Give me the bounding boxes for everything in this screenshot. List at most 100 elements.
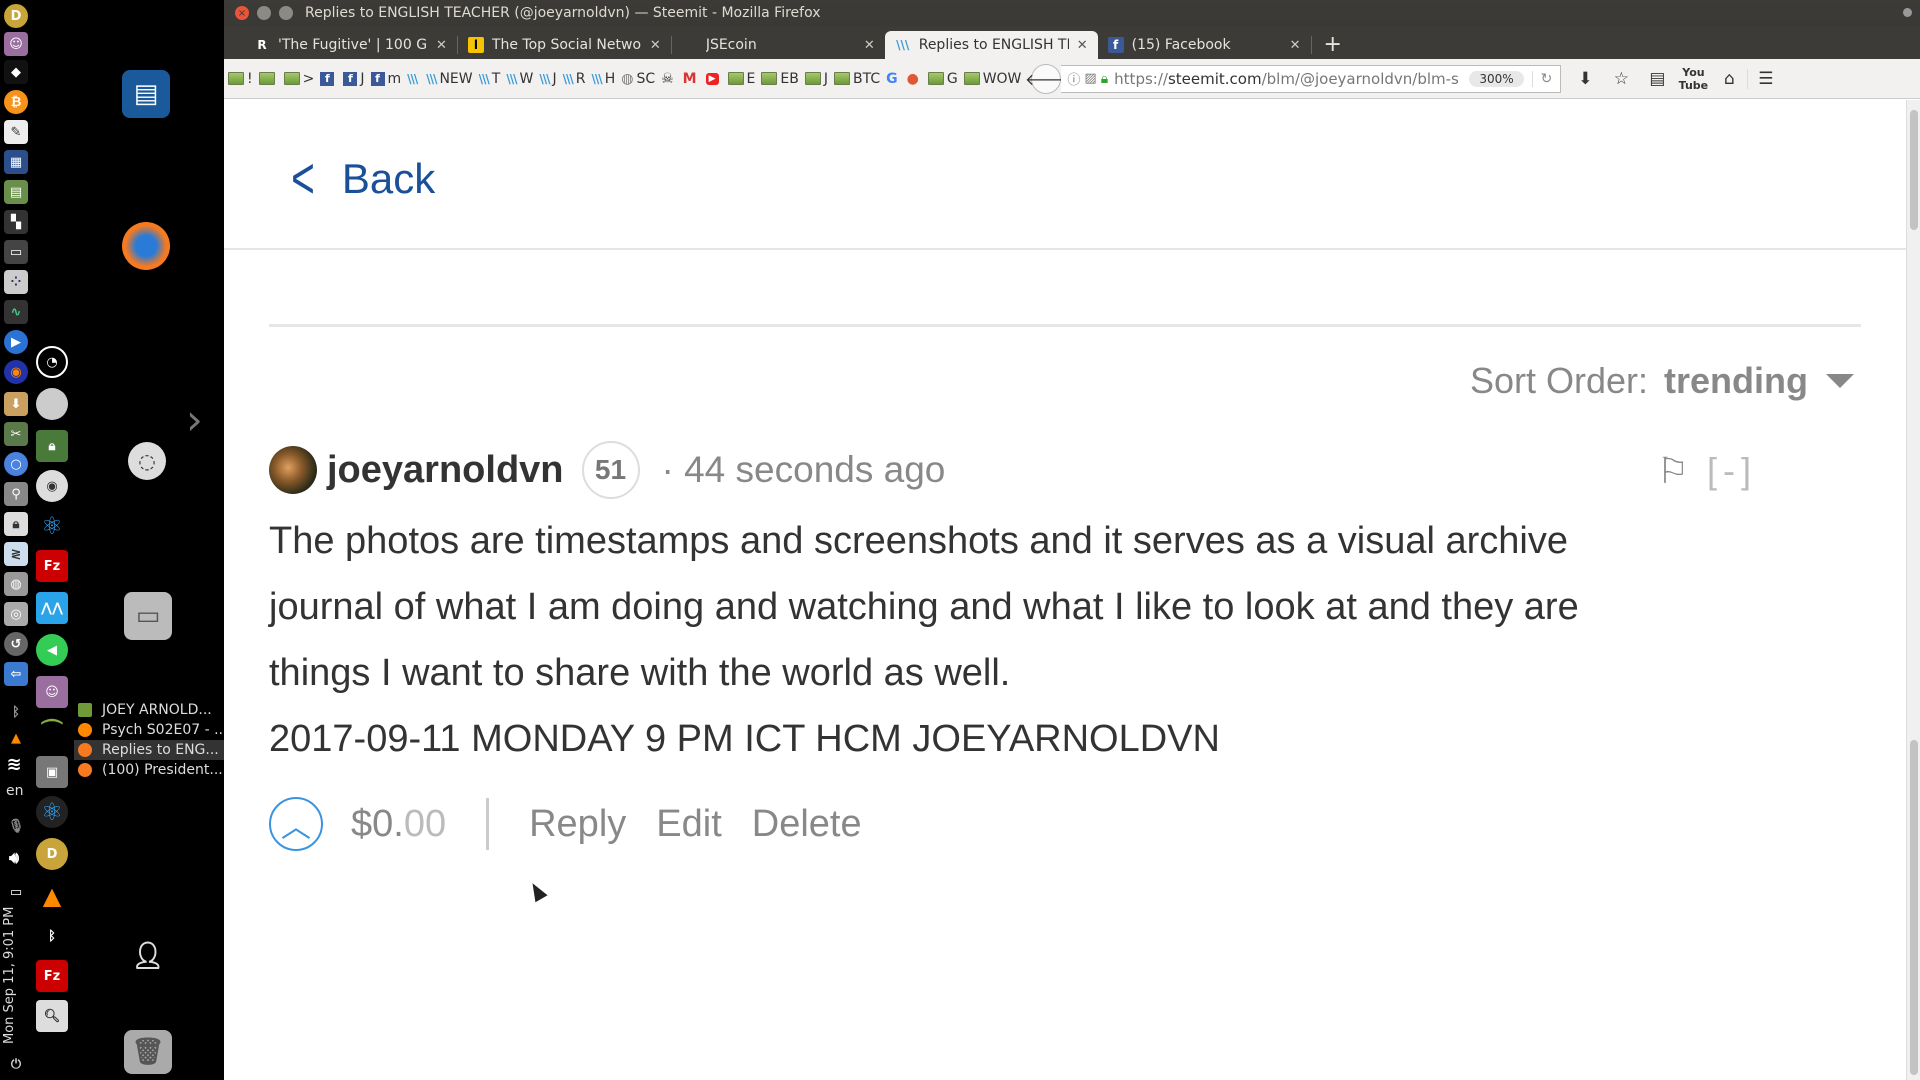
tab-close-icon[interactable]: ✕ — [1077, 38, 1088, 53]
youtube-icon[interactable]: You Tube — [1675, 66, 1711, 92]
bookmark-folder[interactable]: BTC — [833, 71, 880, 87]
tab[interactable]: JSEcoin ✕ — [672, 31, 885, 59]
menu-icon[interactable]: ☰ — [1747, 68, 1783, 89]
bookmark-youtube[interactable]: ▶ — [705, 72, 722, 85]
scrollbar-thumb[interactable] — [1910, 110, 1918, 230]
volume-icon[interactable]: 🔊︎ — [2, 846, 26, 870]
delete-button[interactable]: Delete — [752, 803, 862, 846]
volume-knob-icon[interactable] — [36, 388, 68, 420]
zoom-level-badge[interactable]: 300% — [1469, 70, 1524, 87]
firefox-icon[interactable] — [122, 222, 170, 270]
bookmark-pirate[interactable]: ☠ — [661, 71, 677, 87]
chevron-right-icon[interactable]: › — [186, 395, 203, 444]
maximize-window-button[interactable] — [279, 6, 293, 20]
downloads-icon[interactable]: ⬇ — [1567, 69, 1603, 89]
payout-value[interactable]: $0.00 — [351, 803, 446, 846]
system-monitor-icon[interactable]: ∿ — [4, 300, 28, 324]
power-icon[interactable]: ⏻ — [4, 1052, 28, 1076]
bookmark-steem[interactable]: \\\ H — [592, 71, 616, 87]
new-tab-button[interactable]: + — [1312, 32, 1354, 59]
microphone-muted-icon[interactable]: 🎙︎ — [4, 814, 28, 838]
collapse-button[interactable]: [-] — [1707, 450, 1757, 492]
close-window-button[interactable]: × — [235, 6, 249, 20]
tab-close-icon[interactable]: ✕ — [864, 38, 875, 53]
bookmark-steem[interactable]: \\\ T — [479, 71, 501, 87]
minimize-window-button[interactable] — [257, 6, 271, 20]
webcam-icon[interactable]: ◉ — [36, 470, 68, 502]
libreoffice-writer-icon[interactable]: ▤ — [122, 70, 170, 118]
obs-icon[interactable]: ◔ — [36, 346, 68, 378]
network-lock-icon[interactable]: 🔒︎ — [36, 430, 68, 462]
bookmark-facebook[interactable]: f — [320, 71, 337, 86]
software-center-icon[interactable]: ⁘ — [4, 270, 28, 294]
edit-button[interactable]: Edit — [656, 803, 721, 846]
wifi-icon[interactable]: ≋ — [2, 752, 26, 776]
filezilla-icon[interactable]: Fz — [36, 550, 68, 582]
file-cabinet-icon[interactable]: ▭ — [124, 592, 172, 640]
disk-utility-icon[interactable]: ◎ — [4, 602, 28, 626]
audacity-icon[interactable]: ◉ — [4, 360, 28, 384]
bluetooth-icon[interactable]: ᛒ — [4, 700, 28, 724]
bookmark-steem[interactable]: \\\ — [407, 72, 420, 86]
home-icon[interactable]: ⌂ — [1711, 69, 1747, 89]
bookmark-steem[interactable]: \\\ R — [563, 71, 586, 87]
window-switcher-icon[interactable]: ▭ — [4, 240, 28, 264]
spreadsheet-icon[interactable]: ▤ — [4, 180, 28, 204]
hardware-icon[interactable]: ▣ — [36, 756, 68, 788]
bookmark-duckduckgo[interactable]: ● — [907, 71, 922, 87]
search-document-icon[interactable]: 🔍︎ — [36, 1000, 68, 1032]
cheese-webcam-icon[interactable]: ☺ — [36, 676, 68, 708]
inkscape-icon[interactable]: ◆ — [4, 60, 28, 84]
sort-value[interactable]: trending — [1664, 360, 1808, 402]
dogecoin-icon[interactable]: D — [4, 4, 28, 28]
bookmark-steem[interactable]: \\\ J — [539, 71, 556, 87]
hanger-icon[interactable]: ⏜ — [36, 716, 68, 748]
upvote-button[interactable]: ︿ — [269, 797, 323, 851]
bookmark-folder[interactable]: WOW — [963, 71, 1021, 87]
bitcoin-icon[interactable]: ₿ — [4, 90, 28, 114]
app-store-icon[interactable]: ⋀⋀ — [36, 592, 68, 624]
electrum-icon[interactable]: ⚛ — [36, 510, 68, 542]
chromium-icon[interactable]: ○ — [4, 452, 28, 476]
text-editor-icon[interactable]: ✎ — [4, 120, 28, 144]
url-bar[interactable]: ⓘ ▨ 🔒︎ https://steemit.com/blm/@joeyarno… — [1061, 64, 1562, 93]
reload-icon[interactable]: ↻ — [1531, 70, 1561, 87]
tab[interactable]: R 'The Fugitive' | 100 Gre ✕ — [244, 31, 457, 59]
avatar[interactable] — [269, 446, 317, 494]
bookmark-globe[interactable]: ◍ SC — [621, 71, 655, 87]
bookmark-google[interactable]: G — [886, 71, 901, 87]
battery-icon[interactable]: ▭ — [4, 880, 28, 904]
tab[interactable]: \\\ Replies to ENGLISH TE ✕ — [884, 31, 1098, 59]
back-link[interactable]: < Back — [286, 150, 435, 208]
bookmark-steem[interactable]: \\\ NEW — [426, 71, 472, 87]
joystick-icon[interactable]: ⚲ — [4, 482, 28, 506]
filezilla-launcher-icon[interactable]: Fz — [36, 960, 68, 992]
bookmark-facebook[interactable]: fJ — [343, 71, 365, 87]
tab-close-icon[interactable]: ✕ — [650, 38, 661, 53]
user-switch-icon[interactable]: 👤︎ — [124, 932, 172, 980]
package-installer-icon[interactable]: ⬇ — [4, 392, 28, 416]
backup-icon[interactable]: ↺ — [4, 632, 28, 656]
flag-icon[interactable]: ⚐ — [1657, 450, 1689, 492]
trash-icon[interactable]: 🗑︎ — [124, 1030, 172, 1074]
media-player-icon[interactable]: ▶ — [4, 330, 28, 354]
bookmark-star-icon[interactable]: ☆ — [1603, 69, 1639, 89]
bluetooth-launcher-icon[interactable]: ᛒ — [36, 920, 68, 952]
comment-timestamp[interactable]: · 44 seconds ago — [662, 449, 946, 491]
broken-file-icon[interactable]: ≷ — [4, 542, 28, 566]
bookmark-folder[interactable]: > — [283, 71, 314, 87]
bookmark-folder[interactable]: ! — [228, 71, 253, 87]
ubuntu-icon[interactable]: ◌ — [128, 442, 166, 480]
bookmark-folder[interactable] — [258, 72, 278, 85]
bookmark-folder[interactable]: J — [804, 71, 828, 87]
litecoin-electrum-icon[interactable]: ⚛ — [36, 796, 68, 828]
disk-icon[interactable]: ◍ — [4, 572, 28, 596]
window-list-item[interactable]: JOEY ARNOLD... — [74, 700, 224, 720]
bookmark-facebook[interactable]: fm — [370, 71, 401, 87]
reply-button[interactable]: Reply — [529, 803, 626, 846]
reading-list-icon[interactable]: ▤ — [1639, 69, 1675, 89]
vlc-launcher-icon[interactable]: ▲ — [36, 880, 68, 912]
bookmark-folder[interactable]: G — [927, 71, 958, 87]
url-text[interactable]: https://steemit.com/blm/@joeyarnoldvn/bl… — [1114, 70, 1469, 88]
back-button[interactable]: 🡐 — [1025, 63, 1068, 94]
